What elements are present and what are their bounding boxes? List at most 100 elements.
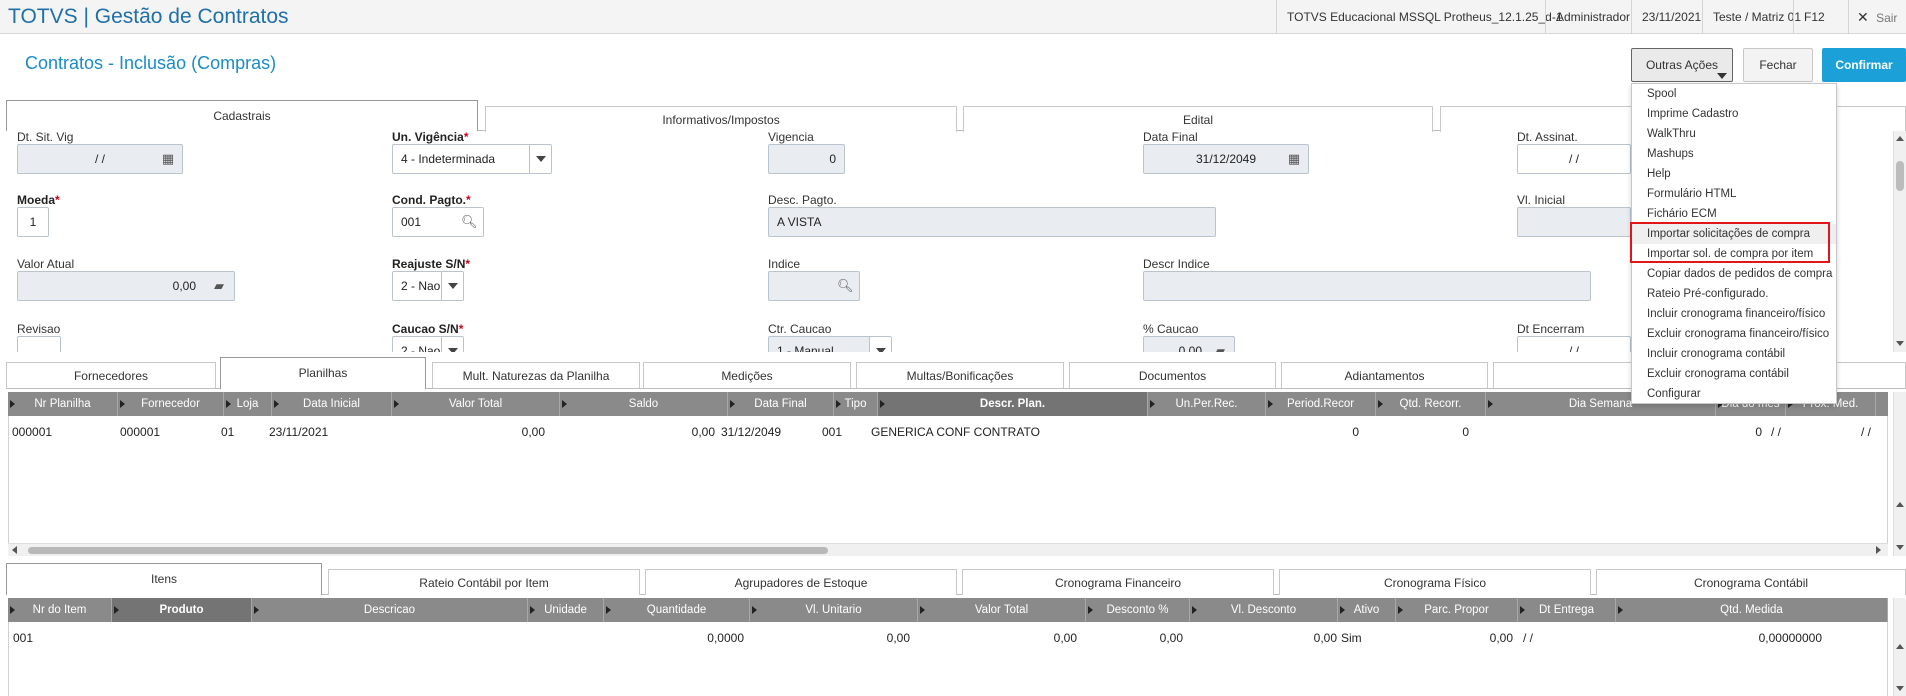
tab-medicoes[interactable]: Medições bbox=[643, 362, 851, 388]
system-date[interactable]: 23/11/2021 bbox=[1631, 0, 1711, 34]
col-data-inicial[interactable]: Data Inicial bbox=[272, 392, 392, 416]
tab-itens[interactable]: Itens bbox=[6, 563, 322, 595]
col-fornecedor[interactable]: Fornecedor bbox=[118, 392, 224, 416]
chevron-down-icon[interactable] bbox=[869, 337, 891, 352]
menu-item-configurar[interactable]: Configurar bbox=[1632, 384, 1836, 404]
col-vl-unitario[interactable]: Vl. Unitario bbox=[750, 598, 918, 622]
arrow-down-icon[interactable] bbox=[1896, 341, 1904, 346]
arrow-down-icon[interactable] bbox=[1896, 686, 1904, 691]
tab-planilhas[interactable]: Planilhas bbox=[220, 357, 426, 389]
tab-rateio-contabil[interactable]: Rateio Contábil por Item bbox=[328, 569, 640, 595]
tab-agrupadores-estoque[interactable]: Agrupadores de Estoque bbox=[645, 569, 957, 595]
tab-cronograma-fisico[interactable]: Cronograma Físico bbox=[1279, 569, 1591, 595]
cond-pagto-field[interactable]: 001 🔍︎ bbox=[392, 207, 484, 237]
vigencia-field[interactable]: 0 bbox=[768, 144, 845, 174]
menu-item-help[interactable]: Help bbox=[1632, 164, 1836, 184]
col-period-recor[interactable]: Period.Recor bbox=[1266, 392, 1376, 416]
col-loja[interactable]: Loja bbox=[224, 392, 272, 416]
descr-indice-field[interactable] bbox=[1143, 271, 1591, 301]
menu-item-incluir-cronograma-fin[interactable]: Incluir cronograma financeiro/físico bbox=[1632, 304, 1836, 324]
menu-item-incluir-cronograma-cont[interactable]: Incluir cronograma contábil bbox=[1632, 344, 1836, 364]
search-icon[interactable]: 🔍︎ bbox=[461, 215, 478, 229]
menu-item-copiar-pedidos[interactable]: Copiar dados de pedidos de compra bbox=[1632, 264, 1836, 284]
col-quantidade[interactable]: Quantidade bbox=[604, 598, 750, 622]
col-nr-item[interactable]: Nr do Item bbox=[8, 598, 112, 622]
arrow-down-icon[interactable] bbox=[1896, 545, 1904, 550]
col-un-per-rec[interactable]: Un.Per.Rec. bbox=[1148, 392, 1266, 416]
col-tipo[interactable]: Tipo bbox=[834, 392, 878, 416]
calculator-icon[interactable]: ▰ bbox=[1212, 344, 1228, 353]
arrow-up-icon[interactable] bbox=[1896, 136, 1904, 141]
tab-adiantamentos[interactable]: Adiantamentos bbox=[1281, 362, 1488, 388]
arrow-left-icon[interactable] bbox=[12, 546, 17, 554]
col-dt-entrega[interactable]: Dt Entrega bbox=[1518, 598, 1616, 622]
planilhas-vscroll[interactable] bbox=[1893, 392, 1906, 556]
outras-acoes-button[interactable]: Outras Ações bbox=[1631, 48, 1733, 82]
col-unidade[interactable]: Unidade bbox=[528, 598, 604, 622]
tab-edital[interactable]: Edital bbox=[963, 106, 1433, 132]
hscroll-thumb[interactable] bbox=[28, 547, 828, 554]
chevron-down-icon[interactable] bbox=[529, 145, 551, 173]
form-scrollbar-thumb[interactable] bbox=[1896, 161, 1904, 191]
dt-encerram-field[interactable]: / / bbox=[1517, 336, 1631, 352]
vl-inicial-field[interactable] bbox=[1517, 207, 1631, 237]
tab-cronograma-contabil[interactable]: Cronograma Contábil bbox=[1596, 569, 1906, 595]
tab-mult-naturezas[interactable]: Mult. Naturezas da Planilha bbox=[432, 362, 640, 388]
col-valor-total[interactable]: Valor Total bbox=[392, 392, 560, 416]
tab-cronograma-financeiro[interactable]: Cronograma Financeiro bbox=[962, 569, 1274, 595]
confirmar-button[interactable]: Confirmar bbox=[1822, 48, 1906, 82]
col-saldo[interactable]: Saldo bbox=[560, 392, 728, 416]
tab-cadastrais[interactable]: Cadastrais bbox=[6, 100, 478, 131]
dt-sit-vig-field[interactable]: / / ▦ bbox=[17, 144, 183, 174]
caucao-select[interactable]: 2 - Nao bbox=[392, 336, 464, 352]
dt-assinat-field[interactable]: / / bbox=[1517, 144, 1631, 174]
ctr-caucao-select[interactable]: 1 - Manual bbox=[768, 336, 892, 352]
col-data-final[interactable]: Data Final bbox=[728, 392, 834, 416]
menu-item-excluir-cronograma-fin[interactable]: Excluir cronograma financeiro/físico bbox=[1632, 324, 1836, 344]
menu-item-formulario-html[interactable]: Formulário HTML bbox=[1632, 184, 1836, 204]
chevron-down-icon[interactable] bbox=[441, 272, 463, 300]
menu-item-walkthru[interactable]: WalkThru bbox=[1632, 124, 1836, 144]
col-desconto-pct[interactable]: Desconto % bbox=[1086, 598, 1190, 622]
col-produto[interactable]: Produto bbox=[112, 598, 252, 622]
col-parc-propor[interactable]: Parc. Propor bbox=[1396, 598, 1518, 622]
tab-multas-bonificacoes[interactable]: Multas/Bonificações bbox=[856, 362, 1064, 388]
col-nr-planilha[interactable]: Nr Planilha bbox=[8, 392, 118, 416]
col-qtd-recorr[interactable]: Qtd. Recorr. bbox=[1376, 392, 1486, 416]
tab-documentos[interactable]: Documentos bbox=[1069, 362, 1276, 388]
f12-button[interactable]: F12 bbox=[1793, 0, 1835, 34]
table-row[interactable]: 000001 000001 01 23/11/2021 0,00 0,00 31… bbox=[9, 416, 1887, 448]
tab-informativos-impostos[interactable]: Informativos/Impostos bbox=[485, 106, 957, 132]
chevron-down-icon[interactable] bbox=[441, 337, 463, 352]
fechar-button[interactable]: Fechar bbox=[1743, 48, 1813, 82]
search-icon[interactable]: 🔍︎ bbox=[837, 279, 854, 293]
col-qtd-medida[interactable]: Qtd. Medida bbox=[1616, 598, 1888, 622]
desc-pagto-field[interactable]: A VISTA bbox=[768, 207, 1216, 237]
moeda-field[interactable]: 1 bbox=[17, 207, 49, 237]
col-descr-plan[interactable]: Descr. Plan. bbox=[878, 392, 1148, 416]
col-ativo[interactable]: Ativo bbox=[1338, 598, 1396, 622]
col-valor-total[interactable]: Valor Total bbox=[918, 598, 1086, 622]
calendar-icon[interactable]: ▦ bbox=[1286, 152, 1302, 166]
tab-fornecedores[interactable]: Fornecedores bbox=[6, 362, 216, 388]
menu-item-spool[interactable]: Spool bbox=[1632, 84, 1836, 104]
itens-vscroll[interactable] bbox=[1893, 598, 1906, 696]
exit-button[interactable]: ✕ Sair bbox=[1848, 0, 1906, 34]
arrow-up-icon[interactable] bbox=[1896, 644, 1904, 649]
calendar-icon[interactable]: ▦ bbox=[160, 152, 176, 166]
reajuste-select[interactable]: 2 - Nao bbox=[392, 271, 464, 301]
arrow-up-icon[interactable] bbox=[1896, 502, 1904, 507]
pct-caucao-field[interactable]: 0,00 ▰ bbox=[1143, 336, 1235, 352]
data-final-field[interactable]: 31/12/2049 ▦ bbox=[1143, 144, 1309, 174]
revisao-field[interactable] bbox=[17, 336, 61, 352]
un-vigencia-select[interactable]: 4 - Indeterminada bbox=[392, 144, 552, 174]
arrow-right-icon[interactable] bbox=[1876, 546, 1881, 554]
col-vl-desconto[interactable]: Vl. Desconto bbox=[1190, 598, 1338, 622]
menu-item-fichario-ecm[interactable]: Fichário ECM bbox=[1632, 204, 1836, 224]
menu-item-rateio-pre-configurado[interactable]: Rateio Pré-configurado. bbox=[1632, 284, 1836, 304]
menu-item-imprime-cadastro[interactable]: Imprime Cadastro bbox=[1632, 104, 1836, 124]
valor-atual-field[interactable]: 0,00 ▰ bbox=[17, 271, 235, 301]
planilhas-hscroll[interactable] bbox=[8, 543, 1888, 556]
menu-item-mashups[interactable]: Mashups bbox=[1632, 144, 1836, 164]
calculator-icon[interactable]: ▰ bbox=[210, 279, 228, 293]
